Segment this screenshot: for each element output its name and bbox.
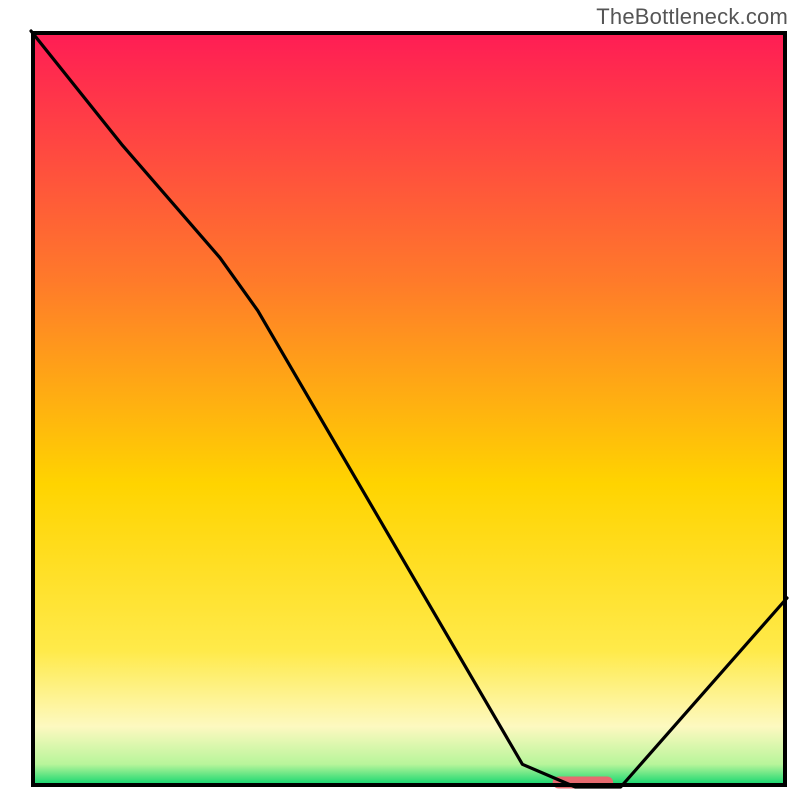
bottleneck-chart xyxy=(0,0,800,800)
gradient-background xyxy=(31,31,787,787)
chart-canvas: TheBottleneck.com xyxy=(0,0,800,800)
